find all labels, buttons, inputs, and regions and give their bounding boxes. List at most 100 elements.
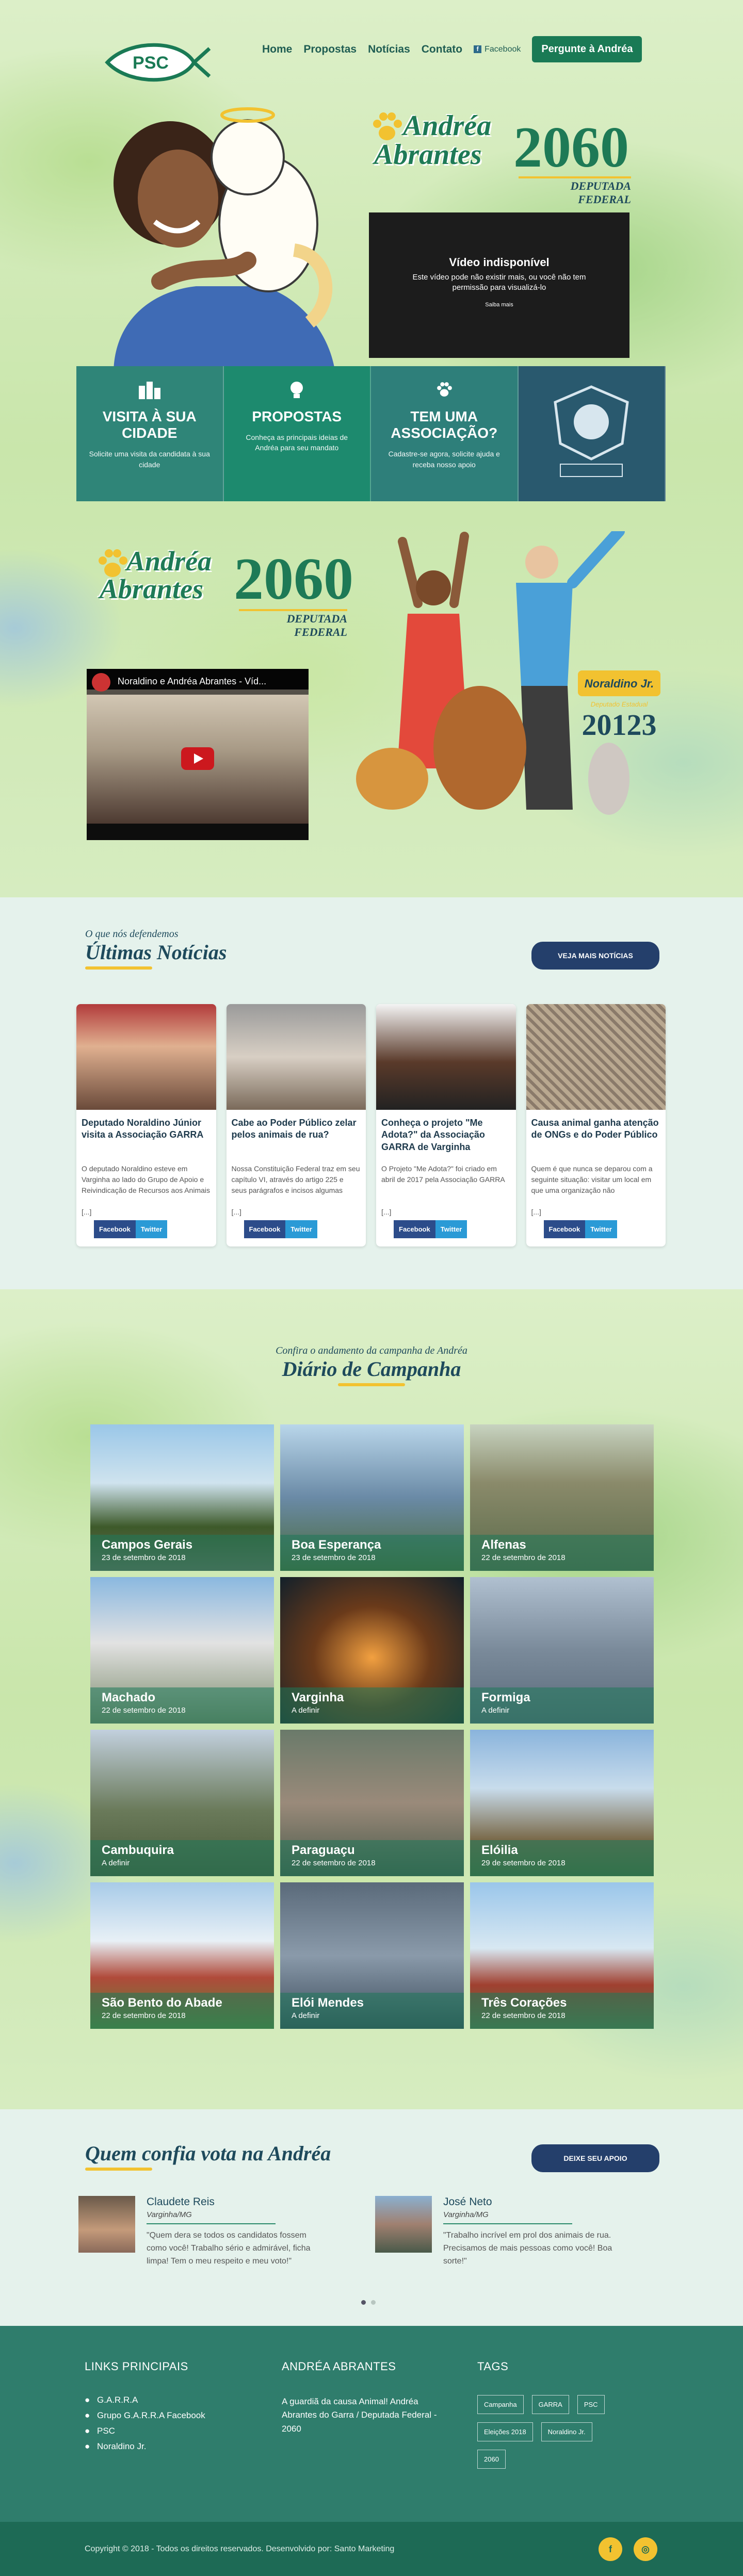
city-caption: Varginha A definir bbox=[280, 1687, 464, 1724]
paw-icon: ● bbox=[85, 2395, 90, 2405]
city-card[interactable]: Campos Gerais 23 de setembro de 2018 bbox=[90, 1424, 274, 1571]
city-card[interactable]: Elói Mendes A definir bbox=[280, 1882, 464, 2029]
city-card[interactable]: Boa Esperança 23 de setembro de 2018 bbox=[280, 1424, 464, 1571]
city-card[interactable]: Varginha A definir bbox=[280, 1577, 464, 1724]
nav-noticias[interactable]: Notícias bbox=[368, 43, 410, 56]
city-card[interactable]: Elóilia 29 de setembro de 2018 bbox=[470, 1730, 654, 1876]
tag-link[interactable]: Noraldino Jr. bbox=[541, 2422, 592, 2441]
share-twitter-button[interactable]: Twitter bbox=[135, 1220, 168, 1238]
news-card[interactable]: Conheça o projeto "Me Adota?" da Associa… bbox=[376, 1004, 516, 1246]
video-title: Noraldino e Andréa Abrantes - Víd... bbox=[118, 676, 267, 686]
nav-propostas[interactable]: Propostas bbox=[303, 43, 357, 56]
city-caption: Campos Gerais 23 de setembro de 2018 bbox=[90, 1535, 274, 1571]
share-twitter-button[interactable]: Twitter bbox=[435, 1220, 467, 1238]
tag-link[interactable]: 2060 bbox=[477, 2450, 506, 2469]
tag-link[interactable]: Eleições 2018 bbox=[477, 2422, 533, 2441]
news-card[interactable]: Causa animal ganha atenção de ONGs e do … bbox=[526, 1004, 666, 1246]
share-twitter-button[interactable]: Twitter bbox=[585, 1220, 617, 1238]
facebook-icon: f bbox=[474, 45, 482, 53]
youtube-video-player[interactable]: Noraldino e Andréa Abrantes - Víd... bbox=[87, 669, 309, 840]
city-name: Cambuquira bbox=[102, 1843, 174, 1857]
tile-garra-logo[interactable] bbox=[518, 366, 666, 501]
news-card-more[interactable]: [...] bbox=[376, 1208, 516, 1216]
city-date: 22 de setembro de 2018 bbox=[481, 1553, 566, 1562]
city-name: Machado bbox=[102, 1691, 156, 1704]
city-date: A definir bbox=[292, 1706, 320, 1715]
footer-links-list: ● G.A.R.R.A ● Grupo G.A.R.R.A Facebook ● PS… bbox=[85, 2395, 205, 2452]
instagram-icon[interactable]: ◎ bbox=[634, 2537, 657, 2561]
ask-andrea-button[interactable]: Pergunte à Andréa bbox=[532, 36, 642, 62]
city-card[interactable]: Formiga A definir bbox=[470, 1577, 654, 1724]
share-facebook-button[interactable]: Facebook bbox=[244, 1220, 286, 1238]
news-card-more[interactable]: [...] bbox=[227, 1208, 366, 1216]
brand-first-name: Andréa bbox=[403, 110, 492, 142]
city-card[interactable]: São Bento do Abade 22 de setembro de 2018 bbox=[90, 1882, 274, 2029]
share-facebook-button[interactable]: Facebook bbox=[94, 1220, 136, 1238]
city-card[interactable]: Alfenas 22 de setembro de 2018 bbox=[470, 1424, 654, 1571]
nav-home[interactable]: Home bbox=[262, 43, 292, 56]
city-date: 22 de setembro de 2018 bbox=[292, 1859, 376, 1867]
brand-first-name: Andréa bbox=[126, 546, 212, 577]
psc-fish-logo[interactable]: PSC bbox=[103, 41, 212, 84]
play-icon[interactable] bbox=[181, 747, 214, 770]
city-card[interactable]: Três Corações 22 de setembro de 2018 bbox=[470, 1882, 654, 2029]
news-card[interactable]: Deputado Noraldino Júnior visita a Assoc… bbox=[76, 1004, 216, 1246]
news-title: Últimas Notícias bbox=[85, 941, 227, 964]
pager-dot[interactable] bbox=[361, 2300, 366, 2305]
tile-association[interactable]: TEM UMA ASSOCIAÇÃO? Cadastre-se agora, s… bbox=[371, 366, 519, 501]
footer-links-column: LINKS PRINCIPAIS ● G.A.R.R.A ● Grupo G.A.R… bbox=[85, 2360, 205, 2457]
tile-proposals[interactable]: PROPOSTAS Conheça as principais ideias d… bbox=[223, 366, 371, 501]
city-date: 22 de setembro de 2018 bbox=[481, 2011, 566, 2020]
news-card-title[interactable]: Cabe ao Poder Público zelar pelos animai… bbox=[227, 1110, 366, 1158]
share-buttons: Facebook Twitter bbox=[394, 1220, 467, 1238]
tile-title: TEM UMA ASSOCIAÇÃO? bbox=[391, 408, 498, 441]
city-card[interactable]: Machado 22 de setembro de 2018 bbox=[90, 1577, 274, 1724]
video-unavailable-player[interactable]: Vídeo indisponível Este vídeo pode não e… bbox=[369, 212, 629, 358]
share-facebook-button[interactable]: Facebook bbox=[543, 1220, 586, 1238]
tile-visit-city[interactable]: VISITA À SUA CIDADE Solicite uma visita … bbox=[76, 366, 224, 501]
news-image bbox=[526, 1004, 666, 1110]
city-card[interactable]: Cambuquira A definir bbox=[90, 1730, 274, 1876]
footer-link-label: Noraldino Jr. bbox=[97, 2441, 147, 2451]
video-learn-more-link[interactable]: Saiba mais bbox=[369, 302, 629, 308]
footer-tags-column: TAGS Campanha GARRA PSC Eleições 2018 No… bbox=[477, 2360, 622, 2469]
title-underline bbox=[338, 1383, 405, 1386]
leave-support-button[interactable]: DEIXE SEU APOIO bbox=[531, 2144, 659, 2172]
testimonial-quote: "Quem dera se todos os candidatos fossem… bbox=[147, 2231, 311, 2266]
share-twitter-button[interactable]: Twitter bbox=[285, 1220, 317, 1238]
testimonial-list: Claudete Reis Varginha/MG "Quem dera se … bbox=[78, 2196, 620, 2268]
city-card[interactable]: Paraguaçu 22 de setembro de 2018 bbox=[280, 1730, 464, 1876]
facebook-icon[interactable]: f bbox=[599, 2537, 622, 2561]
lightbulb-icon bbox=[234, 381, 360, 401]
news-image bbox=[226, 1004, 366, 1110]
testimonial-quote: "Trabalho incrível em prol dos animais d… bbox=[443, 2231, 612, 2266]
news-card-title[interactable]: Causa animal ganha atenção de ONGs e do … bbox=[526, 1110, 666, 1158]
news-card-title[interactable]: Conheça o projeto "Me Adota?" da Associa… bbox=[376, 1110, 516, 1158]
footer-link[interactable]: ● G.A.R.R.A bbox=[85, 2395, 205, 2405]
city-name: Alfenas bbox=[481, 1538, 526, 1552]
footer-link[interactable]: ● Noraldino Jr. bbox=[85, 2441, 205, 2452]
tag-link[interactable]: PSC bbox=[577, 2395, 605, 2414]
pager-dot[interactable] bbox=[371, 2300, 376, 2305]
city-date: 23 de setembro de 2018 bbox=[102, 1553, 186, 1562]
news-card-more[interactable]: [...] bbox=[76, 1208, 216, 1216]
video-title-bar: Noraldino e Andréa Abrantes - Víd... bbox=[87, 669, 309, 695]
footer-link[interactable]: ● Grupo G.A.R.R.A Facebook bbox=[85, 2410, 205, 2421]
city-name: Campos Gerais bbox=[102, 1538, 193, 1552]
brand-subtitle: DEPUTADA FEDERAL bbox=[519, 176, 631, 206]
nav-contato[interactable]: Contato bbox=[422, 43, 462, 56]
tag-link[interactable]: Campanha bbox=[477, 2395, 524, 2414]
city-date: A definir bbox=[292, 2011, 320, 2020]
nav-facebook-link[interactable]: f Facebook bbox=[474, 45, 521, 54]
share-facebook-button[interactable]: Facebook bbox=[394, 1220, 435, 1238]
city-caption: Cambuquira A definir bbox=[90, 1840, 274, 1876]
tag-link[interactable]: GARRA bbox=[531, 2395, 569, 2414]
city-caption: Paraguaçu 22 de setembro de 2018 bbox=[280, 1840, 464, 1876]
news-card-title[interactable]: Deputado Noraldino Júnior visita a Assoc… bbox=[76, 1110, 216, 1158]
testimonials-title: Quem confia vota na Andréa bbox=[85, 2142, 331, 2165]
paw-icon: ● bbox=[85, 2410, 90, 2420]
more-news-button[interactable]: VEJA MAIS NOTÍCIAS bbox=[531, 942, 659, 970]
news-card[interactable]: Cabe ao Poder Público zelar pelos animai… bbox=[226, 1004, 366, 1246]
news-card-more[interactable]: [...] bbox=[526, 1208, 666, 1216]
footer-link[interactable]: ● PSC bbox=[85, 2426, 205, 2436]
